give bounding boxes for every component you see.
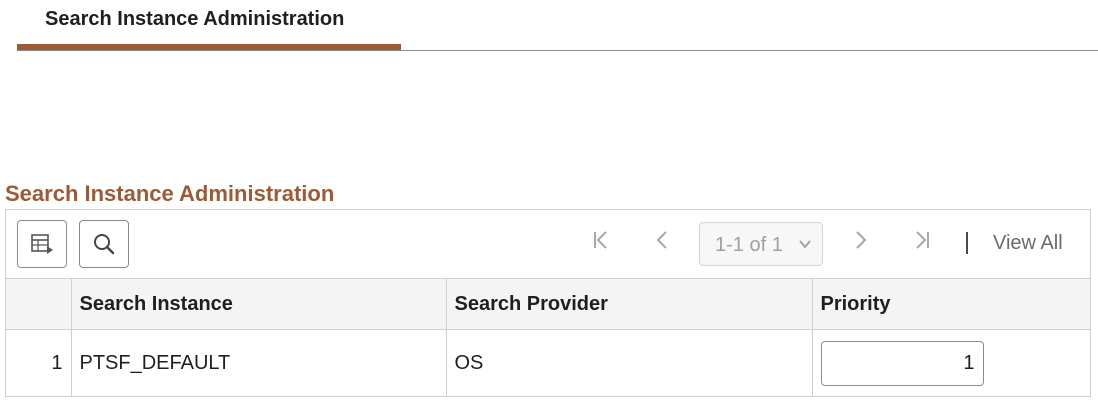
search-instance-cell: PTSF_DEFAULT <box>71 329 447 397</box>
personalize-grid-button[interactable] <box>17 220 67 268</box>
tab-bar: Search Instance Administration <box>0 0 1098 52</box>
last-page-icon[interactable] <box>911 228 933 258</box>
tab-label: Search Instance Administration <box>45 8 345 30</box>
priority-input[interactable] <box>820 340 984 386</box>
chevron-down-icon <box>799 240 811 249</box>
column-header-search-provider[interactable]: Search Provider <box>446 278 813 330</box>
find-in-grid-button[interactable] <box>79 220 129 268</box>
search-instance-grid: 1-1 of 1 View All Search Instance Search… <box>5 209 1091 397</box>
table-row: 1 PTSF_DEFAULT OS <box>6 329 1090 397</box>
next-page-icon[interactable] <box>850 228 872 258</box>
page-range-select[interactable]: 1-1 of 1 <box>699 222 823 266</box>
column-header-priority[interactable]: Priority <box>812 278 1090 330</box>
previous-page-icon[interactable] <box>651 228 673 258</box>
priority-cell <box>812 330 1090 397</box>
table-header-row: Search Instance Search Provider Priority <box>6 278 1090 330</box>
grid-personalize-icon <box>31 234 53 254</box>
search-icon <box>94 234 115 255</box>
view-all-link[interactable]: View All <box>993 232 1063 255</box>
row-number: 1 <box>6 329 72 397</box>
grid-table: Search Instance Search Provider Priority… <box>6 278 1090 397</box>
toolbar-divider <box>966 232 968 254</box>
first-page-icon[interactable] <box>590 228 612 258</box>
column-header-row-number <box>6 278 72 330</box>
tab-bar-divider <box>17 50 1098 51</box>
grid-toolbar: 1-1 of 1 View All <box>6 210 1090 279</box>
page-range-value: 1-1 of 1 <box>715 234 783 256</box>
tab-search-instance-administration[interactable]: Search Instance Administration <box>17 0 401 52</box>
column-header-search-instance[interactable]: Search Instance <box>71 278 447 330</box>
search-provider-cell: OS <box>446 329 813 397</box>
grid-title: Search Instance Administration <box>5 181 335 206</box>
